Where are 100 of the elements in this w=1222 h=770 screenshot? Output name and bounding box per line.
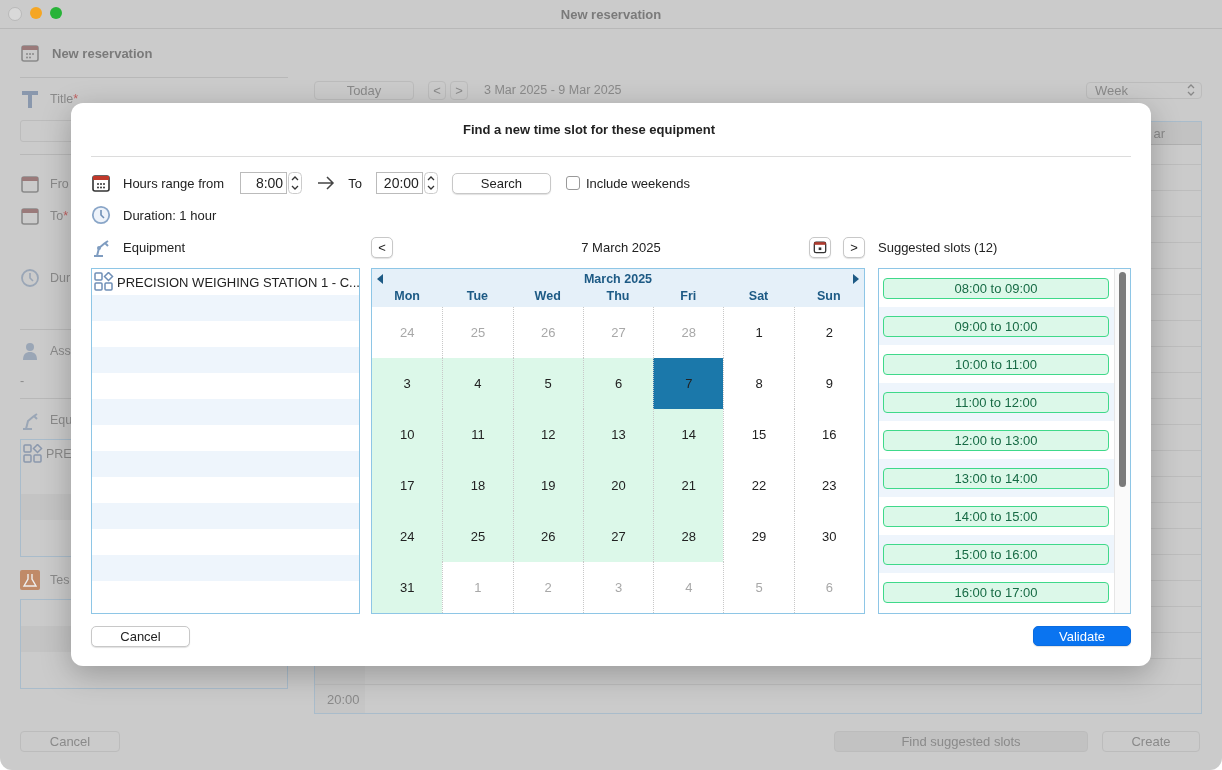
calendar-day[interactable]: 1	[723, 307, 794, 358]
empty-list-row[interactable]	[92, 555, 359, 581]
calendar-icon	[20, 43, 40, 63]
equipment-label: Equipment	[123, 239, 186, 255]
assignee-value: -	[20, 374, 26, 388]
calendar-icon	[20, 174, 40, 194]
updown-icon	[1187, 84, 1195, 96]
calendar-day[interactable]: 11	[442, 409, 513, 460]
empty-list-row[interactable]	[92, 451, 359, 477]
stepper-icon[interactable]	[288, 172, 303, 194]
empty-list-row[interactable]	[92, 399, 359, 425]
search-button[interactable]: Search	[451, 172, 551, 194]
time-slot-button[interactable]: 08:00 to 09:00	[883, 277, 1109, 299]
calendar-day[interactable]: 22	[723, 460, 794, 511]
calendar-day[interactable]: 26	[512, 511, 583, 562]
calendar-day[interactable]: 12	[512, 409, 583, 460]
zoom-button[interactable]	[50, 7, 62, 19]
time-label: 20:00	[327, 691, 360, 707]
empty-list-row[interactable]	[92, 503, 359, 529]
calendar-day[interactable]: 9	[793, 358, 864, 409]
time-slot-button[interactable]: 15:00 to 16:00	[883, 543, 1109, 565]
text-icon	[20, 89, 40, 109]
robot-arm-icon	[91, 237, 111, 257]
calendar-day[interactable]: 8	[723, 358, 794, 409]
empty-list-row[interactable]	[92, 295, 359, 321]
calendar-day[interactable]: 23	[793, 460, 864, 511]
calendar-day[interactable]: 18	[442, 460, 513, 511]
calendar-day[interactable]: 25	[442, 511, 513, 562]
weekday-label: Sat	[747, 289, 770, 305]
person-icon	[20, 341, 40, 361]
time-slot-button[interactable]: 09:00 to 10:00	[883, 315, 1109, 337]
weekday-label: Mon	[393, 289, 421, 305]
tests-label: Tes	[50, 573, 70, 587]
calendar-day[interactable]: 4	[442, 358, 513, 409]
cancel-button[interactable]: Cancel	[91, 626, 190, 647]
previous-month-icon[interactable]	[377, 274, 383, 284]
dialog-title: Find a new time slot for these equipment	[91, 103, 1131, 157]
next-month-icon[interactable]	[853, 274, 859, 284]
form-header: New reservation	[52, 45, 153, 61]
calendar-day[interactable]: 24	[372, 511, 443, 562]
equipment-label: Equ	[50, 413, 73, 427]
time-slot-button[interactable]: 13:00 to 14:00	[883, 467, 1109, 489]
next-button[interactable]: >	[843, 236, 865, 258]
calendar-day[interactable]: 6	[582, 358, 654, 409]
calendar-day[interactable]: 3	[372, 358, 443, 409]
calendar-icon	[91, 173, 111, 193]
suggested-slots-label: Suggested slots (12)	[878, 239, 998, 255]
assignee-label: Ass	[50, 344, 71, 358]
include-weekends-checkbox[interactable]	[565, 176, 580, 190]
title-label: Title*	[50, 92, 79, 106]
stepper-icon[interactable]	[423, 172, 438, 194]
to-label: To	[348, 175, 362, 191]
window-title: New reservation	[559, 6, 663, 22]
weekday-label: Tue	[465, 289, 490, 305]
validate-button[interactable]: Validate	[1033, 626, 1131, 646]
calendar-day[interactable]: 31	[372, 562, 443, 613]
calendar-icon	[813, 240, 827, 254]
calendar-day[interactable]: 17	[372, 460, 443, 511]
time-slot-button[interactable]: 12:00 to 13:00	[883, 429, 1109, 451]
weekday-label: Sun	[816, 289, 842, 305]
close-button[interactable]	[8, 7, 22, 21]
calendar-day[interactable]: 5	[512, 358, 583, 409]
calendar-day[interactable]: 29	[723, 511, 794, 562]
calendar-day[interactable]: 19	[512, 460, 583, 511]
calendar-button[interactable]	[809, 236, 831, 258]
weekday-label: Thu	[605, 289, 631, 305]
weekday-label: Wed	[533, 289, 562, 305]
scrollbar-thumb[interactable]	[1119, 272, 1126, 487]
equipment-icon	[23, 444, 43, 464]
from-time-field[interactable]: 8:00	[240, 172, 288, 194]
time-slot-button[interactable]: 14:00 to 15:00	[883, 505, 1109, 527]
calendar-day[interactable]: 27	[582, 511, 654, 562]
calendar-day[interactable]: 16	[793, 409, 864, 460]
equipment-icon	[94, 272, 114, 292]
calendar-day[interactable]: 20	[582, 460, 654, 511]
month-title: March 2025	[583, 272, 653, 286]
minimize-button[interactable]	[30, 7, 42, 19]
current-date: 7 March 2025	[580, 239, 662, 255]
previous-button[interactable]: <	[371, 236, 393, 258]
flask-icon	[20, 570, 40, 590]
empty-list-row[interactable]	[92, 347, 359, 373]
calendar-day[interactable]: 28	[653, 511, 724, 562]
to-label: To*	[50, 209, 69, 223]
to-time-field[interactable]: 20:00	[375, 172, 423, 194]
time-slot-button[interactable]: 11:00 to 12:00	[883, 391, 1109, 413]
calendar-day[interactable]: 13	[582, 409, 654, 460]
time-slot-button[interactable]: 10:00 to 11:00	[883, 353, 1109, 375]
calendar-day[interactable]: 10	[372, 409, 443, 460]
equipment-item[interactable]: PRECISION WEIGHING STATION 1 - C...	[117, 274, 359, 290]
calendar-day[interactable]: 21	[653, 460, 724, 511]
include-weekends-label: Include weekends	[585, 175, 690, 191]
calendar-icon	[20, 206, 40, 226]
calendar-day[interactable]: 2	[793, 307, 864, 358]
duration-label: Dur	[50, 271, 71, 285]
calendar-day[interactable]: 15	[723, 409, 794, 460]
clock-icon	[91, 205, 111, 225]
time-slot-button[interactable]: 16:00 to 17:00	[883, 581, 1109, 603]
clock-icon	[20, 268, 40, 288]
calendar-day[interactable]: 30	[793, 511, 864, 562]
calendar-day[interactable]: 14	[653, 409, 724, 460]
